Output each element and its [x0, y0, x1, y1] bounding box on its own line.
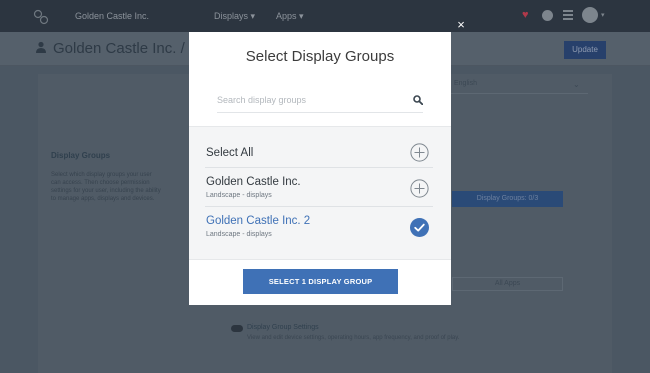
- avatar[interactable]: [582, 7, 598, 23]
- display-group-list: Select All Golden Castle Inc. Landscape …: [189, 126, 451, 260]
- select-all-label: Select All: [206, 147, 254, 159]
- logo-icon[interactable]: [33, 9, 49, 25]
- grid-icon[interactable]: [563, 10, 573, 20]
- chevron-down-icon: ⌄: [573, 80, 580, 89]
- display-group-name: Golden Castle Inc.: [206, 176, 301, 188]
- display-groups-description: Select which display groups your user ca…: [51, 172, 161, 202]
- search-icon[interactable]: [413, 95, 423, 105]
- add-circle-icon[interactable]: [410, 179, 429, 198]
- display-group-settings-toggle[interactable]: [231, 325, 243, 332]
- modal-title: Select Display Groups: [245, 48, 395, 65]
- display-groups-heading: Display Groups: [51, 151, 111, 160]
- user-icon: [36, 41, 46, 53]
- nav-apps[interactable]: Apps ▾: [276, 11, 304, 22]
- help-icon[interactable]: [542, 10, 553, 21]
- workspace-name[interactable]: Golden Castle Inc.: [75, 11, 149, 21]
- search-input[interactable]: [217, 87, 423, 113]
- display-group-name: Golden Castle Inc. 2: [206, 215, 311, 227]
- nav-displays[interactable]: Displays ▾: [214, 11, 255, 22]
- page-title: Golden Castle Inc. / Us: [53, 40, 208, 57]
- display-group-subtitle: Landscape - displays: [206, 192, 272, 199]
- display-group-settings-description: View and edit device settings, operating…: [247, 335, 460, 341]
- update-button[interactable]: Update: [564, 41, 606, 59]
- list-item[interactable]: Golden Castle Inc. 2 Landscape - display…: [205, 207, 433, 246]
- close-icon[interactable]: ×: [455, 18, 467, 31]
- select-display-groups-modal: Select Display Groups Select All Golden …: [189, 32, 451, 305]
- check-circle-icon[interactable]: [410, 218, 429, 237]
- all-apps-button[interactable]: All Apps: [452, 277, 563, 291]
- add-circle-icon[interactable]: [410, 143, 429, 162]
- display-group-subtitle: Landscape - displays: [206, 231, 272, 238]
- list-item[interactable]: Golden Castle Inc. Landscape - displays: [205, 168, 433, 207]
- language-value: English: [454, 80, 477, 87]
- display-groups-button[interactable]: Display Groups: 0/3: [452, 191, 563, 207]
- heart-icon[interactable]: ♥: [522, 9, 529, 21]
- chevron-down-icon[interactable]: ▾: [601, 11, 605, 19]
- display-group-settings-label: Display Group Settings: [247, 324, 319, 331]
- select-display-group-button[interactable]: SELECT 1 DISPLAY GROUP: [243, 269, 398, 294]
- select-all-row[interactable]: Select All: [205, 138, 433, 168]
